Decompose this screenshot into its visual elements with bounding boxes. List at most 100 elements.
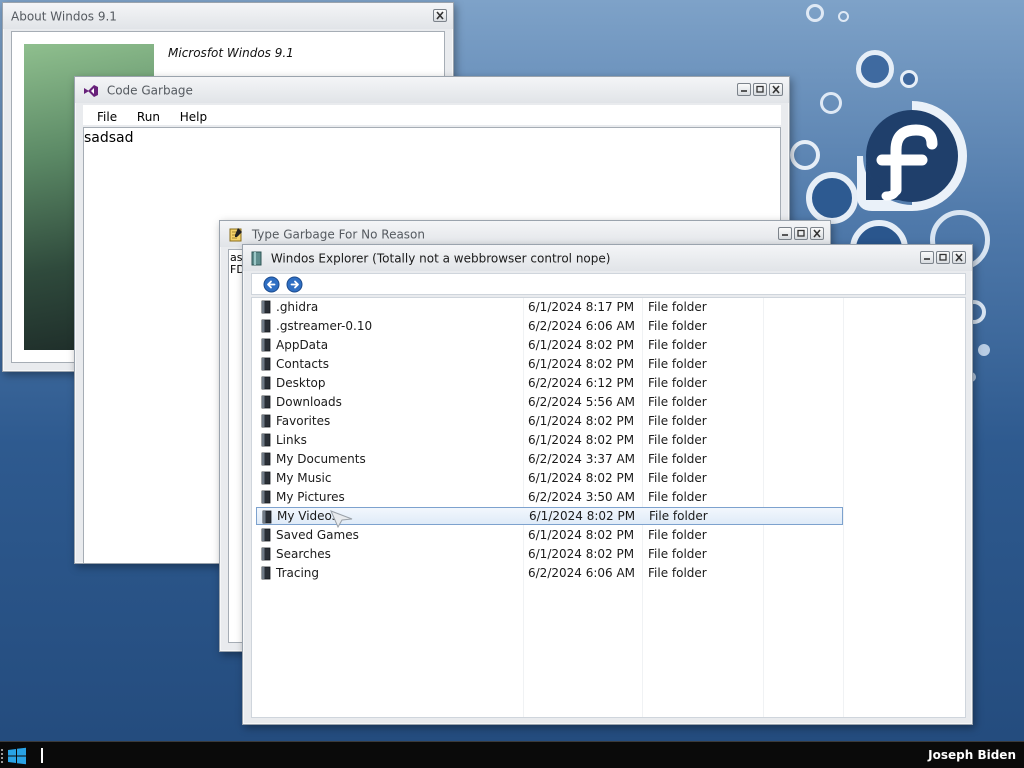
about-window-controls	[433, 9, 447, 22]
decor-circle	[806, 4, 824, 22]
visual-studio-icon	[84, 84, 98, 97]
file-row[interactable]: My Music 6/1/2024 8:02 PM File folder	[256, 469, 843, 487]
mouse-cursor-icon	[330, 510, 353, 528]
folder-icon	[261, 376, 271, 390]
close-button[interactable]	[433, 9, 447, 22]
decor-circle	[806, 172, 858, 224]
taskbar: Joseph Biden	[0, 741, 1024, 768]
file-name: Contacts	[276, 357, 329, 371]
code-titlebar[interactable]: Code Garbage	[75, 77, 789, 103]
file-date-modified: 6/1/2024 8:02 PM	[528, 338, 635, 352]
file-date-modified: 6/2/2024 6:06 AM	[528, 566, 636, 580]
file-type: File folder	[648, 414, 707, 428]
file-name: .ghidra	[276, 300, 319, 314]
back-arrow-icon[interactable]	[263, 276, 280, 293]
minimize-button[interactable]	[920, 251, 934, 264]
minimize-button[interactable]	[737, 83, 751, 96]
user-name[interactable]: Joseph Biden	[928, 748, 1016, 762]
file-date-modified: 6/1/2024 8:02 PM	[528, 433, 635, 447]
maximize-button[interactable]	[753, 83, 767, 96]
folder-icon	[261, 433, 271, 447]
taskbar-text-caret[interactable]	[41, 748, 43, 763]
close-button[interactable]	[952, 251, 966, 264]
menu-file[interactable]: File	[89, 105, 125, 129]
file-list[interactable]: .ghidra 6/1/2024 8:17 PM File folder .gstre…	[251, 297, 966, 718]
decor-circle	[900, 70, 918, 88]
file-type: File folder	[648, 452, 707, 466]
folder-icon	[261, 452, 271, 466]
file-date-modified: 6/2/2024 5:56 AM	[528, 395, 636, 409]
type-title: Type Garbage For No Reason	[251, 227, 426, 242]
file-row[interactable]: Tracing 6/2/2024 6:06 AM File folder	[256, 564, 843, 582]
file-row[interactable]: Contacts 6/1/2024 8:02 PM File folder	[256, 355, 843, 373]
forward-arrow-icon[interactable]	[286, 276, 303, 293]
explorer-window[interactable]: Windos Explorer (Totally not a webbrowse…	[242, 244, 973, 725]
file-row[interactable]: Desktop 6/2/2024 6:12 PM File folder	[256, 374, 843, 392]
explorer-window-controls	[920, 251, 966, 264]
maximize-button[interactable]	[936, 251, 950, 264]
notepad-icon	[229, 228, 242, 242]
column-divider	[843, 298, 844, 717]
file-date-modified: 6/2/2024 3:50 AM	[528, 490, 636, 504]
folder-icon	[262, 510, 272, 524]
file-row[interactable]: .ghidra 6/1/2024 8:17 PM File folder	[256, 298, 843, 316]
maximize-button[interactable]	[794, 227, 808, 240]
file-name: Links	[276, 433, 307, 447]
decor-circle	[978, 344, 990, 356]
menu-run[interactable]: Run	[129, 105, 168, 129]
file-type: File folder	[648, 376, 707, 390]
explorer-titlebar[interactable]: Windos Explorer (Totally not a webbrowse…	[243, 245, 972, 271]
file-date-modified: 6/1/2024 8:02 PM	[528, 357, 635, 371]
file-date-modified: 6/2/2024 6:12 PM	[528, 376, 635, 390]
minimize-icon	[924, 258, 930, 260]
code-title: Code Garbage	[106, 83, 193, 98]
fedora-logo-icon	[857, 101, 967, 211]
about-titlebar[interactable]: About Windos 9.1	[3, 3, 453, 29]
decor-circle	[820, 92, 842, 114]
file-row[interactable]: .gstreamer-0.10 6/2/2024 6:06 AM File fold…	[256, 317, 843, 335]
file-date-modified: 6/1/2024 8:02 PM	[528, 471, 635, 485]
file-name: Saved Games	[276, 528, 359, 542]
folder-book-icon	[251, 251, 262, 266]
file-row[interactable]: Favorites 6/1/2024 8:02 PM File folder	[256, 412, 843, 430]
file-type: File folder	[648, 490, 707, 504]
minimize-button[interactable]	[778, 227, 792, 240]
file-row[interactable]: Downloads 6/2/2024 5:56 AM File folder	[256, 393, 843, 411]
close-button[interactable]	[769, 83, 783, 96]
file-name: Tracing	[276, 566, 320, 580]
close-icon	[436, 11, 444, 20]
decor-circle	[838, 11, 849, 22]
file-date-modified: 6/1/2024 8:02 PM	[528, 547, 635, 561]
close-icon	[955, 253, 963, 262]
file-type: File folder	[649, 509, 708, 523]
windows-logo-icon[interactable]	[6, 747, 28, 765]
file-date-modified: 6/2/2024 3:37 AM	[528, 452, 636, 466]
close-icon	[772, 85, 780, 94]
minimize-icon	[782, 234, 788, 236]
menu-help[interactable]: Help	[172, 105, 215, 129]
file-row[interactable]: Links 6/1/2024 8:02 PM File folder	[256, 431, 843, 449]
file-type: File folder	[648, 547, 707, 561]
file-type: File folder	[648, 300, 707, 314]
minimize-icon	[741, 90, 747, 92]
file-row[interactable]: My Documents 6/2/2024 3:37 AM File folder	[256, 450, 843, 468]
explorer-nav-toolbar	[251, 273, 966, 295]
folder-icon	[261, 566, 271, 580]
file-row[interactable]: AppData 6/1/2024 8:02 PM File folder	[256, 336, 843, 354]
file-row[interactable]: Saved Games 6/1/2024 8:02 PM File folder	[256, 526, 843, 544]
file-row[interactable]: Searches 6/1/2024 8:02 PM File folder	[256, 545, 843, 563]
file-name: My Videos	[277, 509, 339, 523]
maximize-icon	[756, 85, 764, 93]
file-type: File folder	[648, 433, 707, 447]
type-window-controls	[778, 227, 824, 240]
file-type: File folder	[648, 357, 707, 371]
maximize-icon	[797, 229, 805, 237]
file-date-modified: 6/1/2024 8:02 PM	[528, 528, 635, 542]
file-name: My Pictures	[276, 490, 345, 504]
file-row[interactable]: My Pictures 6/2/2024 3:50 AM File folder	[256, 488, 843, 506]
close-button[interactable]	[810, 227, 824, 240]
file-type: File folder	[648, 319, 707, 333]
folder-icon	[261, 357, 271, 371]
folder-icon	[261, 490, 271, 504]
file-name: Desktop	[276, 376, 326, 390]
